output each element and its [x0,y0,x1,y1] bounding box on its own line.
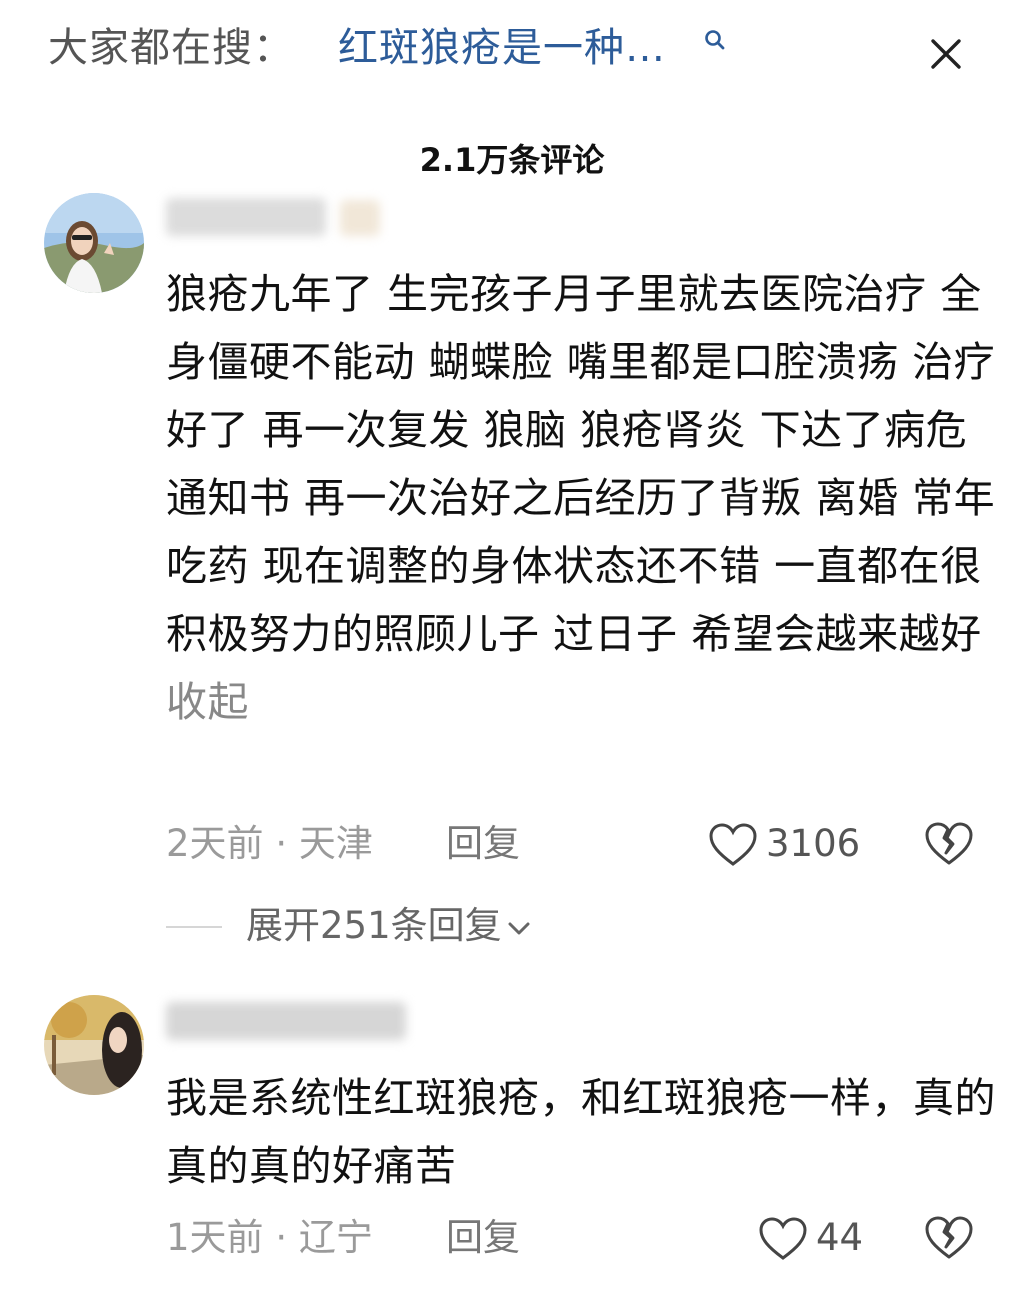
like-button[interactable]: 3106 [708,820,868,868]
expand-replies-button[interactable]: 展开251条回复 [246,902,532,950]
like-count: 3106 [766,822,861,865]
comment-time: 2天前 [166,822,264,865]
broken-heart-icon[interactable] [924,820,974,868]
search-icon[interactable] [703,28,727,52]
comment-meta: 2天前 · 天津 [166,820,373,868]
close-icon[interactable] [926,34,966,74]
comment-text: 狼疮九年了 生完孩子月子里就去医院治疗 全身僵硬不能动 蝴蝶脸 嘴里都是口腔溃疡… [166,270,996,658]
expand-replies-label: 展开251条回复 [246,904,502,947]
reply-button[interactable]: 回复 [446,1214,520,1262]
like-count: 44 [816,1216,864,1259]
comment-location: 天津 [298,822,373,865]
comment-body: 狼疮九年了 生完孩子月子里就去医院治疗 全身僵硬不能动 蝴蝶脸 嘴里都是口腔溃疡… [166,260,996,804]
comment-body: 我是系统性红斑狼疮，和红斑狼疮一样，真的真的真的好痛苦 [166,1064,996,1200]
meta-separator: · [275,822,299,865]
search-bar: 大家都在搜： 红斑狼疮是一种… [0,0,1024,110]
username-blurred[interactable] [166,1002,406,1040]
divider [166,926,222,928]
broken-heart-icon[interactable] [924,1214,974,1262]
meta-separator: · [275,1216,299,1259]
like-button[interactable]: 44 [758,1214,868,1262]
avatar[interactable] [44,995,144,1095]
heart-icon [759,1217,807,1260]
search-prefix: 大家都在搜： [48,25,294,71]
comment-location: 辽宁 [298,1216,373,1259]
collapse-link[interactable]: 收起 [166,678,249,726]
username-blurred[interactable] [166,198,326,236]
user-badge [340,200,380,236]
heart-icon [709,823,757,866]
avatar[interactable] [44,193,144,293]
chevron-down-icon [508,922,530,934]
reply-button[interactable]: 回复 [446,820,520,868]
comments-count-title: 2.1万条评论 [419,141,605,179]
comment-meta: 1天前 · 辽宁 [166,1214,373,1262]
comment-time: 1天前 [166,1216,264,1259]
search-suggestion-link[interactable]: 红斑狼疮是一种… [338,22,666,74]
comment-text: 我是系统性红斑狼疮，和红斑狼疮一样，真的真的真的好痛苦 [166,1074,996,1190]
